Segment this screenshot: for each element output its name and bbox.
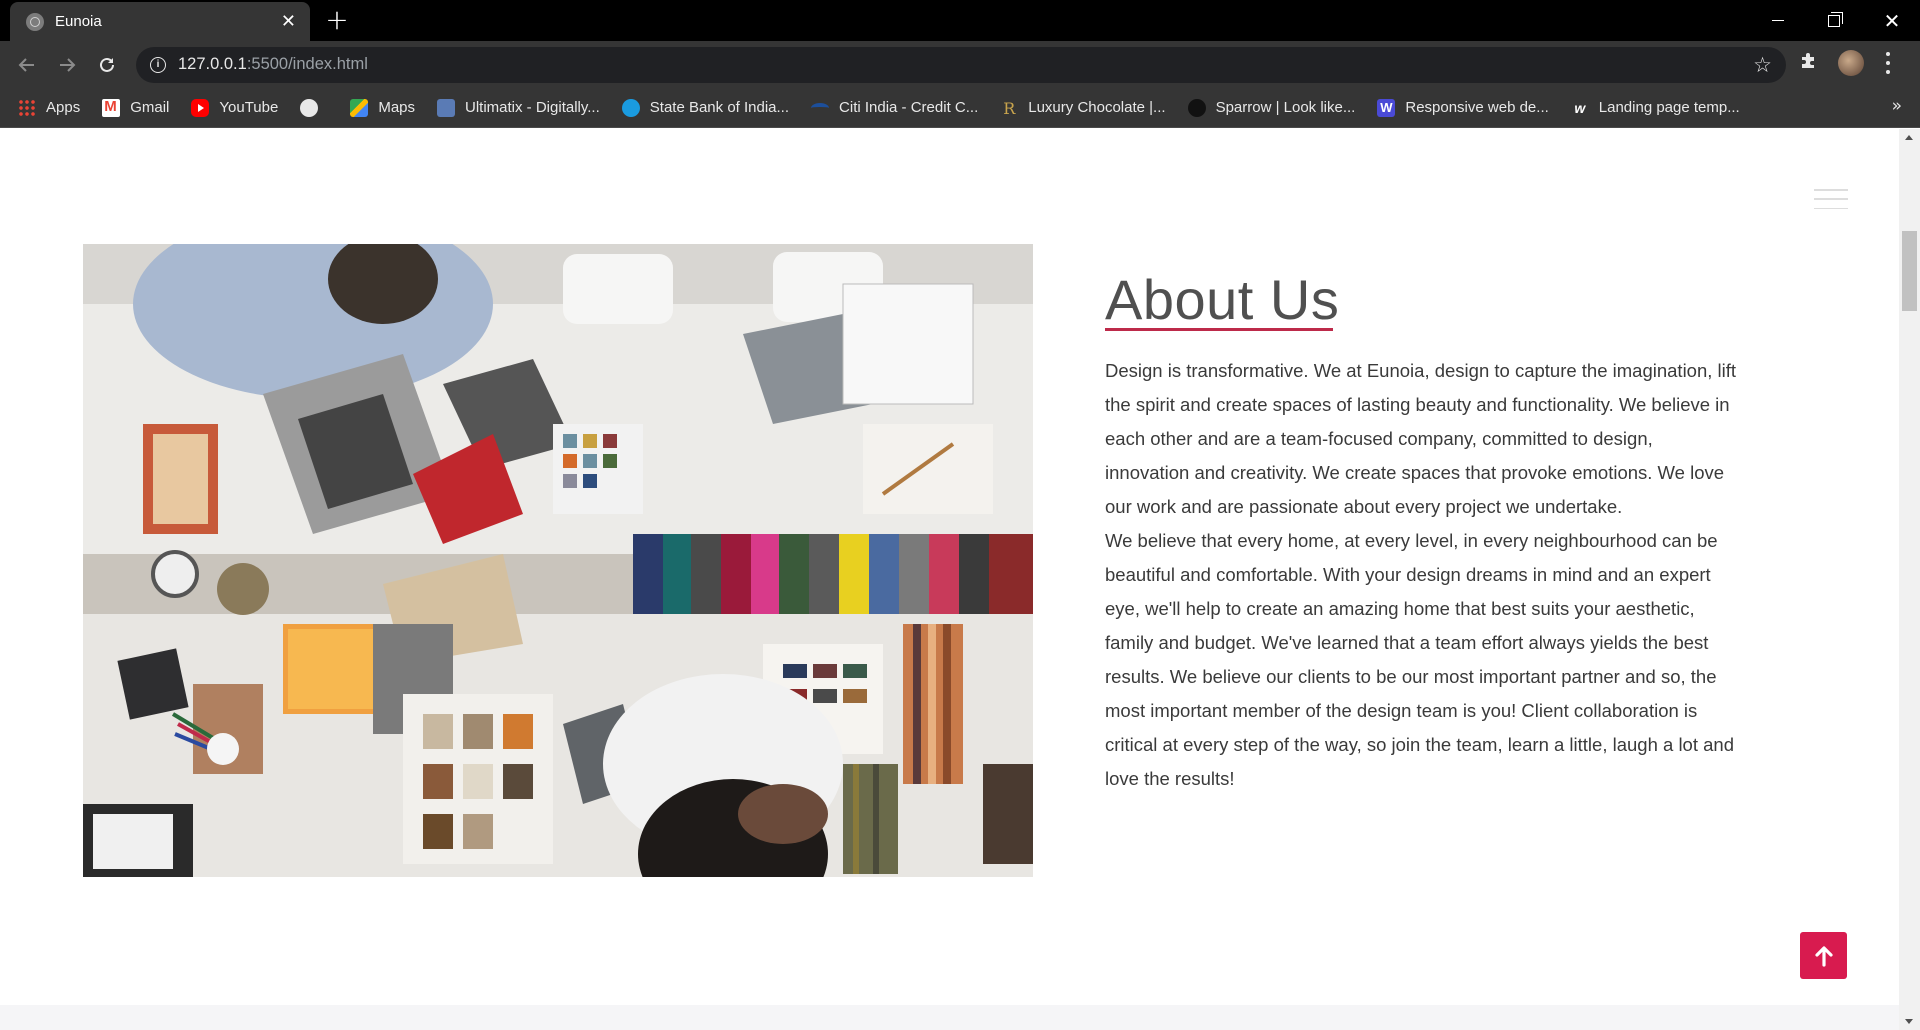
more-menu-icon[interactable]	[1884, 52, 1892, 74]
bookmark-label: Maps	[378, 99, 416, 116]
page-viewport: About Us Design is transformative. We at…	[0, 129, 1899, 1030]
bookmark-youtube[interactable]: YouTube	[191, 98, 279, 117]
page-scrollbar[interactable]	[1899, 129, 1920, 1030]
bookmark-label: Gmail	[130, 99, 170, 116]
close-tab-icon[interactable]: ✕	[281, 12, 296, 31]
heading-underline	[1105, 328, 1333, 331]
citi-icon	[811, 102, 830, 113]
profile-avatar[interactable]	[1838, 50, 1864, 76]
bookmark-label: State Bank of India...	[649, 99, 790, 116]
about-heading: About Us	[1105, 268, 1340, 331]
bookmark-label: Luxury Chocolate |...	[1028, 99, 1166, 116]
bookmark-luxury-chocolate[interactable]: R Luxury Chocolate |...	[1000, 98, 1166, 118]
new-tab-button[interactable]: +	[322, 6, 352, 36]
bookmark-responsive-web[interactable]: W Responsive web de...	[1377, 98, 1549, 117]
browser-tab[interactable]: Eunoia ✕	[10, 2, 310, 41]
reload-icon	[100, 57, 114, 72]
globe-icon	[300, 98, 319, 117]
url-host: 127.0.0.1	[178, 55, 247, 73]
bookmark-citi[interactable]: Citi India - Credit C...	[811, 99, 978, 116]
browser-titlebar: Eunoia ✕ + ✕	[0, 0, 1920, 41]
bookmark-apps[interactable]: Apps	[18, 98, 81, 117]
sbi-icon	[621, 98, 640, 117]
extensions-puzzle-icon[interactable]	[1799, 50, 1821, 72]
bookmark-landing-page[interactable]: w Landing page temp...	[1571, 99, 1740, 117]
sparrow-icon	[1187, 98, 1206, 117]
bookmark-label: Ultimatix - Digitally...	[465, 99, 600, 116]
close-icon: ✕	[1883, 8, 1901, 33]
about-paragraph-1: Design is transformative. We at Eunoia, …	[1105, 360, 1737, 517]
about-photo	[83, 244, 1033, 877]
bookmark-maps[interactable]: Maps	[350, 98, 416, 117]
reload-button[interactable]	[92, 50, 122, 80]
bookmark-label: Apps	[46, 99, 81, 116]
address-bar[interactable]: i 127.0.0.1:5500/index.html ☆	[136, 47, 1786, 83]
url-path: :5500/index.html	[246, 55, 368, 73]
bookmark-gmail[interactable]: Gmail	[102, 98, 170, 117]
site-info-icon[interactable]: i	[150, 57, 166, 73]
bookmark-label: Citi India - Credit C...	[839, 99, 979, 116]
next-section-edge	[0, 1005, 1899, 1030]
r-logo-icon: R	[1003, 98, 1016, 118]
bookmark-label: Responsive web de...	[1405, 99, 1549, 116]
forward-button[interactable]	[52, 50, 82, 80]
arrow-left-icon	[18, 58, 34, 72]
bookmark-label: Sparrow | Look like...	[1215, 99, 1356, 116]
hamburger-menu-icon[interactable]	[1814, 189, 1848, 209]
scroll-up-arrow-icon[interactable]	[1905, 135, 1913, 140]
bookmark-label: YouTube	[219, 99, 279, 116]
w-logo-icon: W	[1377, 98, 1396, 117]
ultimatix-icon	[437, 98, 456, 117]
bookmark-sbi[interactable]: State Bank of India...	[621, 98, 790, 117]
globe-icon	[26, 12, 44, 31]
back-to-top-button[interactable]	[1800, 932, 1847, 979]
arrow-up-icon	[1814, 945, 1833, 967]
url-text: 127.0.0.1:5500/index.html	[178, 55, 368, 74]
more-bookmarks-chevron-icon[interactable]: »	[1892, 96, 1902, 116]
bookmark-sparrow[interactable]: Sparrow | Look like...	[1187, 98, 1356, 117]
scroll-down-arrow-icon[interactable]	[1905, 1019, 1913, 1024]
bookmark-globe[interactable]	[300, 98, 328, 117]
gmail-icon	[102, 98, 121, 117]
minimize-icon	[1772, 20, 1784, 21]
about-body: Design is transformative. We at Eunoia, …	[1105, 354, 1739, 796]
close-window-button[interactable]: ✕	[1864, 0, 1920, 41]
back-button[interactable]	[12, 50, 42, 80]
browser-toolbar: i 127.0.0.1:5500/index.html ☆	[0, 41, 1920, 88]
w-italic-icon: w	[1574, 99, 1586, 116]
bookmarks-bar: Apps Gmail YouTube Maps Ultimatix - Digi…	[0, 88, 1920, 128]
restore-button[interactable]	[1806, 0, 1862, 41]
about-paragraph-2: We believe that every home, at every lev…	[1105, 530, 1734, 789]
bookmark-star-icon[interactable]: ☆	[1753, 53, 1772, 77]
maps-icon	[350, 98, 369, 117]
restore-icon	[1828, 11, 1843, 27]
bookmark-label: Landing page temp...	[1598, 99, 1740, 116]
arrow-right-icon	[60, 58, 76, 72]
youtube-icon	[191, 98, 210, 117]
scrollbar-thumb[interactable]	[1902, 231, 1917, 311]
apps-grid-icon	[18, 98, 36, 117]
bookmark-ultimatix[interactable]: Ultimatix - Digitally...	[437, 98, 600, 117]
tab-title: Eunoia	[55, 13, 102, 30]
minimize-button[interactable]	[1750, 0, 1806, 41]
